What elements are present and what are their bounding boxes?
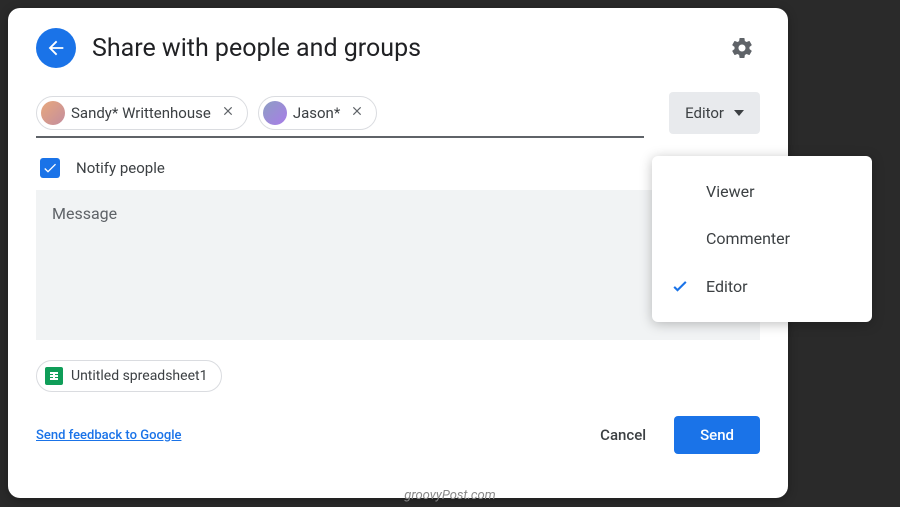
close-icon	[350, 104, 364, 118]
role-option-label: Editor	[706, 277, 747, 296]
remove-person-button[interactable]	[346, 102, 368, 124]
person-name: Sandy* Writtenhouse	[71, 104, 211, 122]
dialog-header: Share with people and groups	[36, 28, 760, 68]
cancel-button[interactable]: Cancel	[580, 416, 666, 454]
dialog-title: Share with people and groups	[92, 34, 708, 63]
attachment-chip[interactable]: Untitled spreadsheet1	[36, 360, 222, 392]
remove-person-button[interactable]	[217, 102, 239, 124]
back-button[interactable]	[36, 28, 76, 68]
people-chips[interactable]: Sandy* Writtenhouse Jason*	[36, 96, 657, 130]
person-chip: Jason*	[258, 96, 377, 130]
notify-checkbox[interactable]	[40, 158, 60, 178]
check-icon	[670, 276, 690, 296]
action-buttons: Cancel Send	[580, 416, 760, 454]
feedback-link[interactable]: Send feedback to Google	[36, 428, 181, 443]
role-option-commenter[interactable]: Commenter	[652, 215, 872, 262]
check-column	[670, 276, 706, 296]
avatar	[41, 101, 65, 125]
send-button[interactable]: Send	[674, 416, 760, 454]
close-icon	[221, 104, 235, 118]
settings-button[interactable]	[724, 30, 760, 66]
sheets-icon	[45, 367, 63, 385]
role-selector-button[interactable]: Editor	[669, 92, 760, 134]
person-chip: Sandy* Writtenhouse	[36, 96, 248, 130]
caret-down-icon	[734, 110, 744, 116]
role-selected-label: Editor	[685, 104, 724, 122]
role-dropdown-menu: Viewer Commenter Editor	[652, 156, 872, 322]
gear-icon	[730, 36, 754, 60]
watermark: groovyPost.com	[404, 488, 495, 503]
role-option-viewer[interactable]: Viewer	[652, 168, 872, 215]
attachment-name: Untitled spreadsheet1	[71, 368, 207, 384]
role-option-editor[interactable]: Editor	[652, 262, 872, 310]
role-option-label: Commenter	[706, 229, 790, 248]
people-input-row: Sandy* Writtenhouse Jason* Editor	[36, 92, 760, 134]
input-divider	[36, 136, 644, 138]
arrow-left-icon	[45, 37, 67, 59]
check-icon	[42, 160, 58, 176]
message-placeholder: Message	[52, 204, 117, 223]
avatar	[263, 101, 287, 125]
dialog-footer: Send feedback to Google Cancel Send	[36, 416, 760, 454]
role-option-label: Viewer	[706, 182, 755, 201]
notify-label: Notify people	[76, 159, 165, 177]
person-name: Jason*	[293, 104, 340, 122]
